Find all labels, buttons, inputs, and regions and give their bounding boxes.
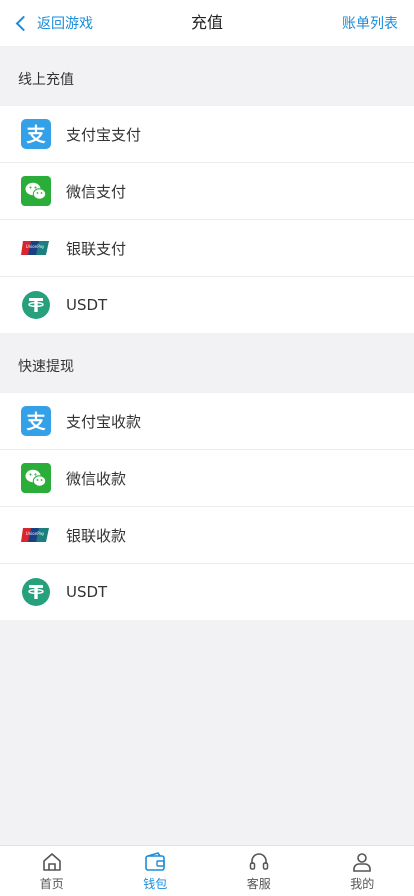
tab-label: 首页 bbox=[39, 876, 64, 891]
list-item-label: USDT bbox=[66, 296, 108, 314]
list-item-label: 微信收款 bbox=[66, 469, 127, 488]
list-item-unionpay-receive[interactable]: UnionPay 银联收款 bbox=[0, 507, 414, 564]
bottom-tab-bar: 首页 钱包 客服 我的 bbox=[0, 845, 414, 896]
wechat-icon bbox=[21, 176, 51, 206]
list-item-wechat-pay[interactable]: 微信支付 bbox=[0, 163, 414, 220]
usdt-icon bbox=[21, 577, 51, 607]
usdt-icon bbox=[21, 290, 51, 320]
headset-icon bbox=[248, 851, 270, 873]
tab-customer-service[interactable]: 客服 bbox=[207, 846, 311, 896]
tab-wallet[interactable]: 钱包 bbox=[104, 846, 208, 896]
bill-list-link[interactable]: 账单列表 bbox=[342, 13, 414, 33]
section-title-quick-withdraw: 快速提现 bbox=[18, 359, 74, 375]
list-item-alipay-receive[interactable]: 支 支付宝收款 bbox=[0, 393, 414, 450]
home-icon bbox=[41, 851, 63, 873]
recharge-list: 支 支付宝支付 微信支付 UnionPay 银联支付 USDT bbox=[0, 106, 414, 333]
tab-label: 钱包 bbox=[143, 876, 168, 891]
svg-text:支: 支 bbox=[25, 411, 46, 433]
list-item-label: 银联支付 bbox=[66, 239, 127, 258]
list-item-usdt-receive[interactable]: USDT bbox=[0, 564, 414, 620]
list-item-unionpay-pay[interactable]: UnionPay 银联支付 bbox=[0, 220, 414, 277]
user-icon bbox=[351, 851, 373, 873]
list-item-label: USDT bbox=[66, 583, 108, 601]
svg-text:UnionPay: UnionPay bbox=[26, 244, 45, 249]
svg-text:UnionPay: UnionPay bbox=[26, 531, 45, 536]
tab-label: 我的 bbox=[350, 876, 375, 891]
list-item-alipay-pay[interactable]: 支 支付宝支付 bbox=[0, 106, 414, 163]
tab-home[interactable]: 首页 bbox=[0, 846, 104, 896]
list-item-label: 支付宝支付 bbox=[66, 125, 142, 144]
list-item-label: 支付宝收款 bbox=[66, 412, 142, 431]
svg-text:支: 支 bbox=[25, 124, 46, 146]
list-item-usdt-pay[interactable]: USDT bbox=[0, 277, 414, 333]
chevron-left-icon bbox=[15, 15, 32, 32]
tab-label: 客服 bbox=[246, 876, 271, 891]
wallet-icon bbox=[144, 851, 166, 873]
section-title-online-recharge: 线上充值 bbox=[18, 72, 74, 88]
unionpay-icon: UnionPay bbox=[21, 233, 51, 263]
tab-mine[interactable]: 我的 bbox=[311, 846, 414, 896]
list-item-label: 微信支付 bbox=[66, 182, 127, 201]
alipay-icon: 支 bbox=[21, 119, 51, 149]
back-to-game-button[interactable]: 返回游戏 bbox=[0, 13, 93, 33]
back-label: 返回游戏 bbox=[37, 16, 93, 32]
alipay-icon: 支 bbox=[21, 406, 51, 436]
list-item-wechat-receive[interactable]: 微信收款 bbox=[0, 450, 414, 507]
wechat-icon bbox=[21, 463, 51, 493]
withdraw-list: 支 支付宝收款 微信收款 UnionPay 银联收款 USDT bbox=[0, 393, 414, 620]
top-bar: 返回游戏 充值 账单列表 bbox=[0, 0, 414, 46]
list-item-label: 银联收款 bbox=[66, 526, 127, 545]
unionpay-icon: UnionPay bbox=[21, 520, 51, 550]
